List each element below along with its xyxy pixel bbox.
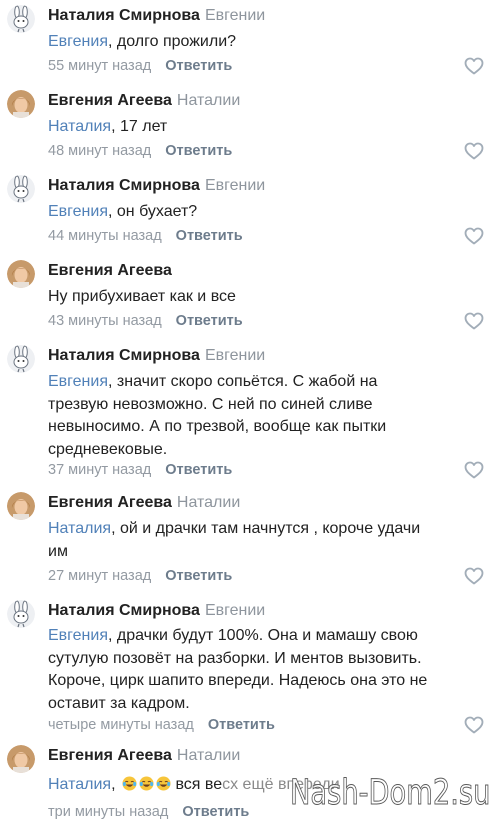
timestamp: 43 минуты назад [48,313,162,329]
reply-to-name[interactable]: Евгении [205,177,265,194]
woman-avatar-icon[interactable] [7,260,35,288]
comment-item: Наталия Смирнова Евгении Евгения, он буха… [0,170,500,255]
heart-outline-icon[interactable] [464,461,484,479]
author-name[interactable]: Евгения Агеева [48,494,172,511]
comment-meta: 27 минут назад Ответить [48,567,232,585]
author-name[interactable]: Наталия Смирнова [48,347,200,364]
comment-meta: 37 минут назад Ответить [48,461,232,479]
mention-link[interactable]: Евгения [48,373,108,390]
comment-body: Ну прибухивает как и все [48,288,236,305]
woman-avatar-icon[interactable] [7,492,35,520]
mention-link[interactable]: Евгения [48,33,108,50]
heart-outline-icon[interactable] [464,716,484,734]
comment-item: Наталия Смирнова Евгении Евгения, долго п… [0,0,500,85]
comment-header: Наталия Смирнова Евгении [48,601,265,621]
reply-button[interactable]: Ответить [176,228,243,244]
reply-to-name[interactable]: Наталии [177,747,240,764]
reply-to-name[interactable]: Евгении [205,602,265,619]
timestamp: 55 минут назад [48,58,152,74]
comment-header: Евгения Агеева Наталии [48,493,240,513]
bunny-avatar-icon[interactable] [7,5,35,33]
timestamp: 37 минут назад [48,462,152,478]
reply-button[interactable]: Ответить [182,804,249,820]
heart-outline-icon[interactable] [464,312,484,330]
heart-outline-icon[interactable] [464,227,484,245]
comment-body: вся ве [175,776,223,793]
comment-item: Наталия Смирнова Евгении Евгения, драчки … [0,595,500,740]
reply-button[interactable]: Ответить [208,717,275,733]
comment-meta: 43 минуты назад Ответить [48,312,243,330]
comment-item: Евгения Агеева Наталии Наталия, ой и драч… [0,487,500,595]
woman-avatar-icon[interactable] [7,90,35,118]
reply-button[interactable]: Ответить [165,462,232,478]
mention-link[interactable]: Наталия [48,520,111,537]
author-name[interactable]: Наталия Смирнова [48,602,200,619]
reply-to-name[interactable]: Наталии [177,92,240,109]
comment-text: Евгения, он бухает? [48,201,458,224]
woman-avatar-icon[interactable] [7,745,35,773]
comment-item: Евгения Агеева Наталии Наталия, 17 лет 48… [0,85,500,170]
mention-link[interactable]: Наталия [48,776,111,793]
comment-body: , долго прожили? [108,33,237,50]
mention-link[interactable]: Наталия [48,118,111,135]
comment-header: Евгения Агеева Наталии [48,746,240,766]
comment-text: Наталия, ой и драчки там начнутся , коро… [48,518,428,563]
comment-meta: 44 минуты назад Ответить [48,227,243,245]
author-name[interactable]: Евгения Агеева [48,92,172,109]
author-name[interactable]: Евгения Агеева [48,747,172,764]
comment-meta: четыре минуты назад Ответить [48,716,275,734]
reply-button[interactable]: Ответить [165,58,232,74]
reply-button[interactable]: Ответить [165,568,232,584]
comment-body: , 17 лет [111,118,168,135]
author-name[interactable]: Евгения Агеева [48,262,172,279]
timestamp: 48 минут назад [48,143,152,159]
comment-meta: 55 минут назад Ответить [48,57,232,75]
comment-text: Евгения, долго прожили? [48,31,458,54]
tears-of-joy-emoji-icon [156,776,171,791]
comment-meta: 48 минут назад Ответить [48,142,232,160]
reply-button[interactable]: Ответить [165,143,232,159]
comment-body-end: сх ещё впереди [222,776,340,793]
reply-to-name[interactable]: Евгении [205,347,265,364]
timestamp: 27 минут назад [48,568,152,584]
comment-item: Евгения Агеева Наталии Наталия, вся весх … [0,740,500,827]
comment-text: Наталия, 17 лет [48,116,458,139]
comment-meta: три минуты назад Ответить [48,803,249,821]
heart-outline-icon[interactable] [464,142,484,160]
bunny-avatar-icon[interactable] [7,175,35,203]
bunny-avatar-icon[interactable] [7,345,35,373]
bunny-avatar-icon[interactable] [7,600,35,628]
timestamp: четыре минуты назад [48,717,194,733]
comment-body-start: , [111,776,116,793]
author-name[interactable]: Наталия Смирнова [48,177,200,194]
comment-header: Наталия Смирнова Евгении [48,6,265,26]
comment-text: Евгения, значит скоро сопьётся. С жабой … [48,371,433,461]
timestamp: 44 минуты назад [48,228,162,244]
comment-header: Наталия Смирнова Евгении [48,346,265,366]
tears-of-joy-emoji-icon [139,776,154,791]
comment-body: , он бухает? [108,203,198,220]
comment-text: Наталия, вся весх ещё впереди [48,774,488,797]
timestamp: три минуты назад [48,804,169,820]
reply-button[interactable]: Ответить [176,313,243,329]
comment-text: Евгения, драчки будут 100%. Она и мамашу… [48,625,468,715]
heart-outline-icon[interactable] [464,567,484,585]
heart-outline-icon[interactable] [464,57,484,75]
comment-item: Евгения Агеева Ну прибухивает как и все … [0,255,500,340]
reply-to-name[interactable]: Наталии [177,494,240,511]
comment-header: Евгения Агеева Наталии [48,91,240,111]
comment-item: Наталия Смирнова Евгении Евгения, значит … [0,340,500,487]
comment-text: Ну прибухивает как и все [48,286,458,309]
mention-link[interactable]: Евгения [48,203,108,220]
tears-of-joy-emoji-icon [122,776,137,791]
comment-header: Евгения Агеева [48,261,172,281]
reply-to-name[interactable]: Евгении [205,7,265,24]
comment-header: Наталия Смирнова Евгении [48,176,265,196]
author-name[interactable]: Наталия Смирнова [48,7,200,24]
mention-link[interactable]: Евгения [48,627,108,644]
